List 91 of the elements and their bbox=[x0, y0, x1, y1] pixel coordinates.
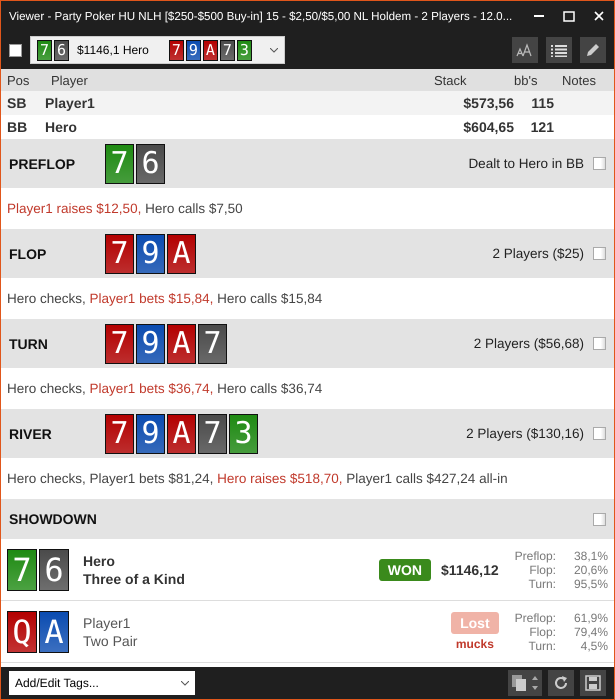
street-name: SHOWDOWN bbox=[9, 511, 98, 527]
window-title: Viewer - Party Poker HU NLH [$250-$500 Buy-in] 15 - $2,50/$5,00 NL Holdem - 2 Players - 12.0... bbox=[9, 10, 514, 22]
playing-card: 7 bbox=[105, 324, 134, 364]
equity-value: 61,9% bbox=[572, 610, 608, 624]
playing-card: 7 bbox=[105, 144, 134, 184]
playing-card: A bbox=[167, 234, 196, 274]
equity-value: 4,5% bbox=[580, 638, 608, 652]
pencil-icon[interactable] bbox=[580, 37, 606, 63]
playing-card: 7 bbox=[198, 414, 227, 454]
playing-card: 6 bbox=[54, 40, 69, 60]
playing-card: 9 bbox=[136, 234, 165, 274]
player-name: Player1 bbox=[83, 614, 132, 630]
close-icon[interactable] bbox=[594, 11, 604, 21]
save-icon[interactable] bbox=[580, 670, 606, 696]
table-cell-text: BB bbox=[7, 119, 28, 135]
hand-rank: Two Pair bbox=[83, 632, 138, 648]
hand-selector[interactable]: 7 6 $1146,1 Hero 7 9 A 7 3 bbox=[30, 36, 285, 64]
table-cell-text: Hero bbox=[45, 119, 78, 135]
equity-label: Turn: bbox=[527, 638, 556, 652]
playing-card: Q bbox=[7, 610, 37, 652]
playing-card: A bbox=[167, 414, 196, 454]
checkbox[interactable] bbox=[593, 512, 606, 526]
playing-card: 7 bbox=[105, 234, 134, 274]
playing-card: 7 bbox=[220, 40, 235, 60]
font-size-icon[interactable] bbox=[512, 37, 538, 63]
caret-icon bbox=[181, 680, 189, 686]
action-line: Hero checks, Player1 bets $36,74, Hero calls $36,74 bbox=[6, 380, 324, 398]
column-header: Player bbox=[51, 72, 89, 88]
equity-label: Preflop: bbox=[514, 610, 556, 624]
street-name: TURN bbox=[9, 336, 49, 352]
playing-card: 6 bbox=[39, 548, 69, 590]
equity-label: Flop: bbox=[528, 624, 556, 638]
playing-card: 7 bbox=[198, 324, 227, 364]
checkbox[interactable] bbox=[593, 337, 606, 350]
table-cell-text: SB bbox=[7, 95, 28, 111]
street-name: PREFLOP bbox=[9, 156, 76, 172]
action-line: Hero checks, Player1 bets $15,84, Hero calls $15,84 bbox=[6, 290, 324, 308]
playing-card: 7 bbox=[168, 40, 184, 60]
list-icon[interactable] bbox=[546, 37, 572, 63]
table-cell-text: Player1 bbox=[45, 95, 96, 111]
table-cell-text: $604,65 bbox=[462, 119, 514, 135]
column-header: Stack bbox=[434, 72, 468, 88]
table-cell-text: $573,56 bbox=[462, 95, 514, 111]
column-header: Notes bbox=[562, 72, 597, 88]
action-line: Hero checks, Player1 bets $81,24, Hero raises $518,70, Player1 calls $427,24 all-in bbox=[6, 470, 509, 488]
equity-label: Preflop: bbox=[514, 548, 556, 562]
caret-icon bbox=[270, 48, 278, 52]
playing-card: 3 bbox=[229, 414, 258, 454]
playing-card: 7 bbox=[105, 414, 134, 454]
street-info: 2 Players ($25) bbox=[492, 246, 584, 261]
playing-card: 9 bbox=[136, 414, 165, 454]
maximize-icon[interactable] bbox=[563, 10, 575, 22]
playing-card: A bbox=[167, 324, 196, 364]
checkbox[interactable] bbox=[9, 44, 22, 56]
player-name: Hero bbox=[83, 552, 116, 568]
table-cell-text: 121 bbox=[530, 119, 554, 135]
equity-value: 95,5% bbox=[572, 576, 608, 590]
table-cell-text: 115 bbox=[530, 95, 554, 111]
checkbox[interactable] bbox=[593, 157, 606, 170]
playing-card: 9 bbox=[186, 40, 201, 60]
playing-card: 6 bbox=[136, 144, 165, 184]
refresh-icon[interactable] bbox=[548, 670, 574, 696]
result-badge: WON bbox=[378, 558, 432, 580]
checkbox[interactable] bbox=[593, 247, 606, 260]
playing-card: 7 bbox=[37, 40, 52, 60]
street-name: FLOP bbox=[9, 246, 48, 262]
result-badge: Lost bbox=[451, 612, 499, 634]
playing-card: A bbox=[39, 610, 69, 652]
action-line: Player1 raises $12,50, Hero calls $7,50 bbox=[6, 200, 244, 218]
column-header: Pos bbox=[7, 72, 30, 88]
equity-value: 38,1% bbox=[572, 548, 608, 562]
copy-icon[interactable] bbox=[508, 670, 542, 696]
street-name: RIVER bbox=[9, 426, 53, 442]
street-info: 2 Players ($130,16) bbox=[466, 426, 584, 441]
playing-card: 3 bbox=[236, 40, 252, 60]
hand-rank: Three of a Kind bbox=[83, 570, 186, 586]
hand-label: $1146,1 Hero bbox=[77, 43, 149, 57]
equity-value: 20,6% bbox=[572, 562, 608, 576]
playing-card: 9 bbox=[136, 324, 165, 364]
tags-dropdown[interactable]: Add/Edit Tags... bbox=[9, 671, 195, 695]
checkbox[interactable] bbox=[593, 427, 606, 440]
playing-card: A bbox=[202, 40, 218, 60]
street-info: Dealt to Hero in BB bbox=[468, 156, 584, 171]
column-header: bb's bbox=[514, 72, 538, 88]
equity-label: Turn: bbox=[527, 576, 556, 590]
equity-value: 79,4% bbox=[572, 624, 608, 638]
street-info: 2 Players ($56,68) bbox=[474, 336, 584, 351]
muck-note: mucks bbox=[456, 637, 494, 651]
playing-card: 7 bbox=[7, 548, 37, 590]
equity-label: Flop: bbox=[528, 562, 556, 576]
won-amount: $1146,12 bbox=[441, 562, 499, 578]
